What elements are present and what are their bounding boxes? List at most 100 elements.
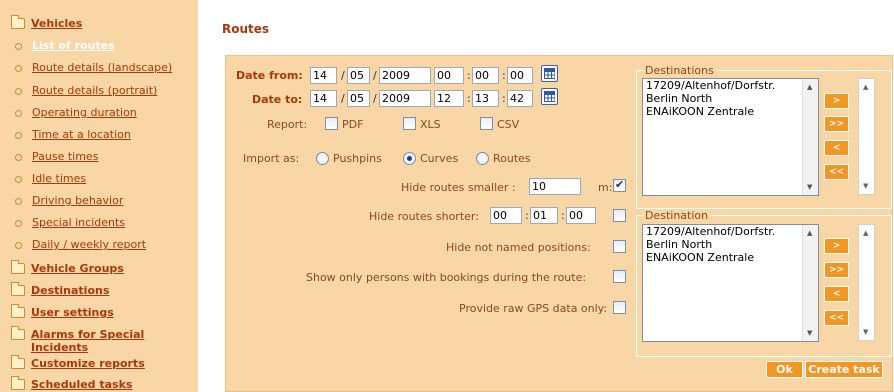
sidebar-item-customize-reports[interactable]: Customize reports	[0, 355, 198, 370]
scrollbar[interactable]: ▲ ▼	[858, 224, 875, 341]
date-to-minute-input[interactable]	[472, 90, 499, 107]
sidebar-item-scheduled-tasks[interactable]: Scheduled tasks	[0, 376, 198, 391]
scroll-up-icon[interactable]: ▲	[807, 83, 812, 91]
date-from-minute-input[interactable]	[472, 67, 499, 84]
add-destination-button[interactable]: >	[824, 238, 849, 254]
hide-shorter-hour-input[interactable]	[490, 207, 522, 224]
remove-all-destinations-button[interactable]: <<	[824, 164, 849, 180]
show-persons-checkbox[interactable]	[613, 270, 626, 283]
bullet-icon	[15, 88, 22, 95]
import-pushpins-label: Pushpins	[333, 152, 382, 165]
scroll-up-icon[interactable]: ▲	[863, 83, 868, 91]
date-separator: /	[341, 69, 345, 82]
hide-not-named-checkbox[interactable]	[613, 240, 626, 253]
folder-icon	[11, 15, 25, 29]
sidebar-item-route-details-landscape[interactable]: Route details (landscape)	[0, 61, 198, 75]
sidebar-item-label[interactable]: Idle times	[32, 172, 86, 186]
sidebar-item-user-settings[interactable]: User settings	[0, 304, 198, 319]
sidebar-item-label[interactable]: List of routes	[32, 39, 115, 53]
sidebar-item-label[interactable]: User settings	[31, 306, 114, 319]
scrollbar[interactable]: ▲ ▼	[802, 225, 818, 341]
ok-button[interactable]: Ok	[766, 361, 803, 378]
sidebar-item-vehicle-groups[interactable]: Vehicle Groups	[0, 260, 198, 275]
date-to-hour-input[interactable]	[434, 90, 464, 107]
sidebar-item-label[interactable]: Special incidents	[32, 216, 125, 230]
scrollbar[interactable]: ▲ ▼	[858, 78, 875, 195]
list-item[interactable]: Berlin North	[643, 92, 818, 105]
sidebar-item-label[interactable]: Route details (portrait)	[32, 84, 157, 98]
date-separator: /	[373, 69, 377, 82]
hide-shorter-minute-input[interactable]	[530, 207, 558, 224]
sidebar-item-driving-behavior[interactable]: Driving behavior	[0, 194, 198, 208]
add-all-destinations-button[interactable]: >>	[824, 116, 849, 132]
scroll-up-icon[interactable]: ▲	[863, 229, 868, 237]
date-to-day-input[interactable]	[310, 90, 337, 107]
raw-gps-checkbox[interactable]	[613, 301, 626, 314]
hide-smaller-checkbox[interactable]	[613, 178, 626, 192]
hide-smaller-input[interactable]	[529, 178, 581, 195]
sidebar-item-label[interactable]: Customize reports	[31, 357, 145, 370]
sidebar-item-label[interactable]: Destinations	[31, 284, 109, 297]
report-xls-checkbox[interactable]	[403, 117, 416, 130]
report-csv-checkbox[interactable]	[480, 117, 493, 130]
destination-listbox[interactable]: 17209/Altenhof/Dorfstr. Berlin North ENA…	[642, 224, 819, 342]
sidebar-item-label[interactable]: Route details (landscape)	[32, 61, 172, 75]
calendar-icon[interactable]	[541, 65, 558, 82]
sidebar-item-time-at-location[interactable]: Time at a location	[0, 128, 198, 142]
scrollbar[interactable]: ▲ ▼	[802, 79, 818, 195]
sidebar-item-route-details-portrait[interactable]: Route details (portrait)	[0, 84, 198, 98]
date-to-month-input[interactable]	[347, 90, 370, 107]
date-from-year-input[interactable]	[379, 67, 431, 84]
date-to-year-input[interactable]	[379, 90, 431, 107]
list-item[interactable]: ENAiKOON Zentrale	[643, 251, 818, 264]
sidebar-item-destinations[interactable]: Destinations	[0, 282, 198, 297]
sidebar-item-label[interactable]: Vehicle Groups	[31, 262, 124, 275]
remove-all-destinations-button[interactable]: <<	[824, 310, 849, 326]
calendar-icon[interactable]	[541, 88, 558, 105]
routes-form-panel: Date from: / / : : Date to: / / : : Repo…	[225, 55, 893, 392]
import-routes-radio[interactable]	[476, 152, 489, 165]
sidebar-item-label[interactable]: Pause times	[32, 150, 98, 164]
report-pdf-checkbox[interactable]	[325, 117, 338, 130]
sidebar-item-label[interactable]: Scheduled tasks	[31, 378, 132, 391]
create-task-button[interactable]: Create task	[805, 361, 883, 378]
list-item[interactable]: 17209/Altenhof/Dorfstr.	[643, 79, 818, 92]
sidebar-item-label[interactable]: Operating duration	[32, 106, 137, 120]
sidebar-item-operating-duration[interactable]: Operating duration	[0, 106, 198, 120]
date-from-hour-input[interactable]	[434, 67, 464, 84]
import-curves-radio[interactable]	[403, 152, 416, 165]
sidebar-item-label[interactable]: Time at a location	[32, 128, 131, 142]
remove-destination-button[interactable]: <	[824, 140, 849, 156]
scroll-down-icon[interactable]: ▼	[807, 329, 812, 337]
sidebar-item-daily-weekly-report[interactable]: Daily / weekly report	[0, 238, 198, 252]
hide-shorter-second-input[interactable]	[566, 207, 596, 224]
sidebar-item-list-of-routes[interactable]: List of routes	[0, 39, 198, 53]
list-item[interactable]: Berlin North	[643, 238, 818, 251]
scroll-down-icon[interactable]: ▼	[807, 183, 812, 191]
sidebar-item-special-incidents[interactable]: Special incidents	[0, 216, 198, 230]
add-destination-button[interactable]: >	[824, 93, 849, 109]
scroll-down-icon[interactable]: ▼	[863, 328, 868, 336]
date-to-second-input[interactable]	[507, 90, 533, 107]
list-item[interactable]: 17209/Altenhof/Dorfstr.	[643, 225, 818, 238]
destinations-listbox[interactable]: 17209/Altenhof/Dorfstr. Berlin North ENA…	[642, 78, 819, 196]
sidebar-item-vehicles[interactable]: Vehicles	[0, 15, 198, 30]
add-all-destinations-button[interactable]: >>	[824, 262, 849, 278]
hide-shorter-checkbox[interactable]	[613, 209, 626, 222]
date-from-second-input[interactable]	[507, 67, 533, 84]
sidebar-item-label[interactable]: Daily / weekly report	[32, 238, 146, 252]
list-item[interactable]: ENAiKOON Zentrale	[643, 105, 818, 118]
remove-destination-button[interactable]: <	[824, 286, 849, 302]
sidebar-item-label[interactable]: Vehicles	[31, 17, 82, 30]
sidebar-item-pause-times[interactable]: Pause times	[0, 150, 198, 164]
date-from-day-input[interactable]	[310, 67, 337, 84]
sidebar-item-alarms-special-incidents[interactable]: Alarms for Special Incidents	[0, 326, 198, 354]
scroll-up-icon[interactable]: ▲	[807, 229, 812, 237]
import-pushpins-radio[interactable]	[316, 152, 329, 165]
sidebar-item-label[interactable]: Alarms for Special Incidents	[31, 328, 151, 354]
sidebar-item-label[interactable]: Driving behavior	[32, 194, 123, 208]
scroll-down-icon[interactable]: ▼	[863, 182, 868, 190]
sidebar-item-idle-times[interactable]: Idle times	[0, 172, 198, 186]
date-from-month-input[interactable]	[347, 67, 370, 84]
bullet-icon	[15, 132, 22, 139]
